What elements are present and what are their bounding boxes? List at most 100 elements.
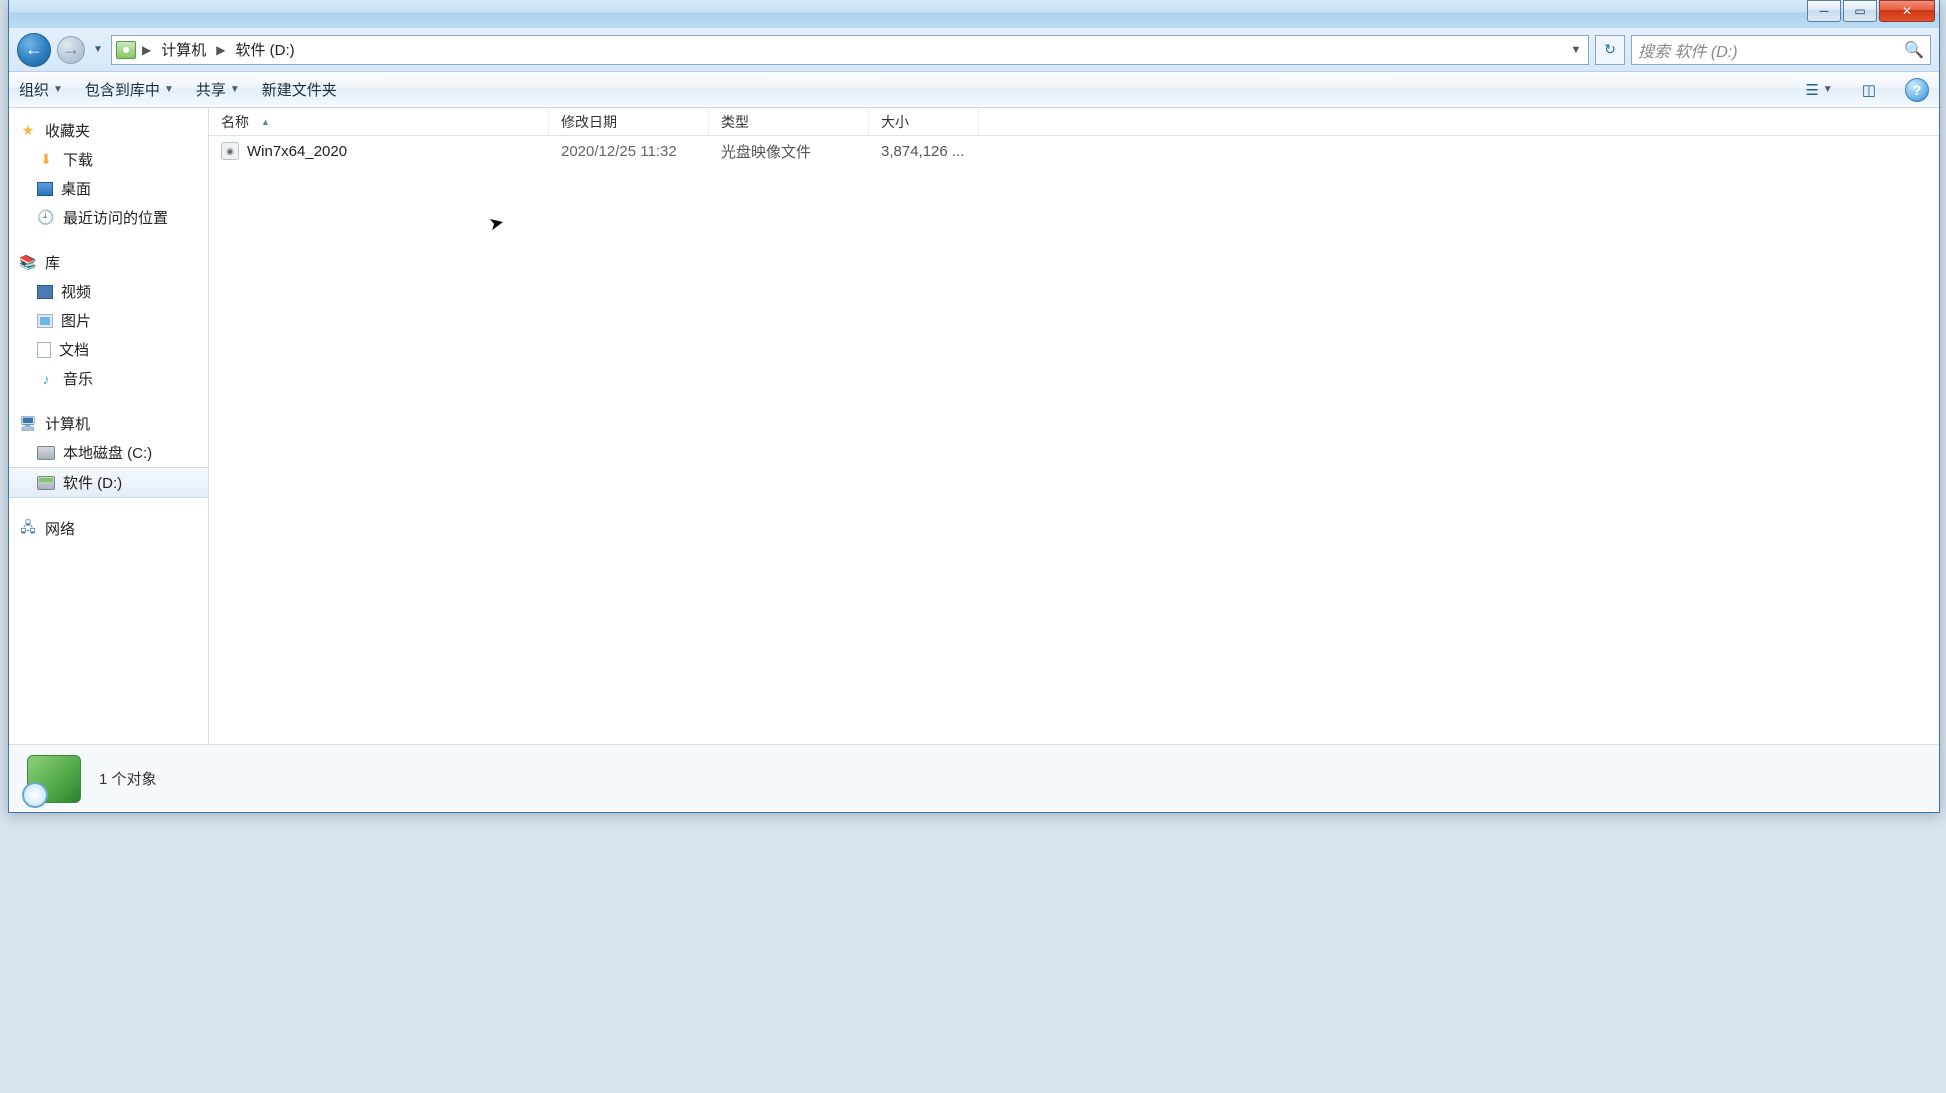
sidebar-libraries[interactable]: 📚 库 bbox=[9, 248, 208, 277]
video-icon bbox=[37, 285, 53, 299]
drive-icon bbox=[37, 476, 55, 490]
computer-icon: 🖥 bbox=[19, 416, 37, 432]
preview-pane-button[interactable]: ◫ bbox=[1855, 78, 1883, 102]
sidebar-network-label: 网络 bbox=[45, 518, 75, 539]
help-button[interactable]: ? bbox=[1905, 78, 1929, 102]
chevron-down-icon: ▼ bbox=[164, 84, 174, 95]
close-button[interactable]: ✕ bbox=[1879, 0, 1935, 22]
address-box[interactable]: ▶ 计算机 ▶ 软件 (D:) ▼ bbox=[111, 35, 1589, 65]
explorer-window: ─ ▭ ✕ ← → ▼ ▶ 计算机 ▶ 软件 (D:) ▼ ↻ 搜索 软件 (D… bbox=[8, 0, 1940, 813]
sidebar-favorites-label: 收藏夹 bbox=[45, 120, 90, 141]
library-icon: 📚 bbox=[19, 255, 37, 271]
sidebar-item-pictures[interactable]: 图片 bbox=[9, 306, 208, 335]
sidebar-item-documents[interactable]: 文档 bbox=[9, 335, 208, 364]
back-button[interactable]: ← bbox=[17, 33, 51, 67]
music-icon: ♪ bbox=[37, 371, 55, 387]
sidebar-computer[interactable]: 🖥 计算机 bbox=[9, 409, 208, 438]
desktop-icon bbox=[37, 182, 53, 196]
status-bar: 1 个对象 bbox=[9, 744, 1939, 812]
file-list: 名称 ▲ 修改日期 类型 大小 ◉ Win7x64_2020 2020/ bbox=[209, 108, 1939, 744]
sidebar-item-recent[interactable]: 🕘 最近访问的位置 bbox=[9, 203, 208, 232]
sidebar-network[interactable]: 🖧 网络 bbox=[9, 514, 208, 543]
column-date-label: 修改日期 bbox=[561, 112, 617, 132]
star-icon: ★ bbox=[19, 123, 37, 139]
network-icon: 🖧 bbox=[19, 521, 37, 537]
column-size[interactable]: 大小 bbox=[869, 108, 979, 135]
search-input[interactable]: 搜索 软件 (D:) 🔍 bbox=[1631, 35, 1931, 65]
window-controls: ─ ▭ ✕ bbox=[1807, 0, 1935, 28]
arrow-left-icon: ← bbox=[25, 39, 43, 60]
sidebar-favorites[interactable]: ★ 收藏夹 bbox=[9, 116, 208, 145]
breadcrumb-computer[interactable]: 计算机 bbox=[157, 37, 210, 62]
sidebar-pictures-label: 图片 bbox=[61, 310, 91, 331]
list-icon: ☰ bbox=[1805, 81, 1818, 99]
drive-large-icon bbox=[27, 755, 81, 803]
sidebar-item-videos[interactable]: 视频 bbox=[9, 277, 208, 306]
chevron-right-icon: ▶ bbox=[142, 43, 151, 57]
navigation-pane: ★ 收藏夹 ⬇ 下载 桌面 🕘 最近访问的位置 📚 bbox=[9, 108, 209, 744]
help-icon: ? bbox=[1913, 82, 1922, 98]
pane-icon: ◫ bbox=[1862, 81, 1876, 99]
column-date[interactable]: 修改日期 bbox=[549, 108, 709, 135]
share-label: 共享 bbox=[196, 79, 226, 100]
refresh-button[interactable]: ↻ bbox=[1595, 35, 1625, 65]
search-icon: 🔍 bbox=[1904, 40, 1924, 60]
sidebar-documents-label: 文档 bbox=[59, 339, 89, 360]
explorer-body: ★ 收藏夹 ⬇ 下载 桌面 🕘 最近访问的位置 📚 bbox=[9, 108, 1939, 744]
recent-icon: 🕘 bbox=[37, 210, 55, 226]
sidebar-item-downloads[interactable]: ⬇ 下载 bbox=[9, 145, 208, 174]
sidebar-recent-label: 最近访问的位置 bbox=[63, 207, 168, 228]
forward-button[interactable]: → bbox=[57, 36, 85, 64]
history-dropdown[interactable]: ▼ bbox=[91, 44, 105, 55]
cursor-icon: ➤ bbox=[487, 212, 506, 236]
sidebar-desktop-label: 桌面 bbox=[61, 178, 91, 199]
organize-label: 组织 bbox=[19, 79, 49, 100]
organize-menu[interactable]: 组织 ▼ bbox=[19, 79, 63, 100]
include-label: 包含到库中 bbox=[85, 79, 160, 100]
sidebar-item-local-c[interactable]: 本地磁盘 (C:) bbox=[9, 438, 208, 467]
sidebar-item-music[interactable]: ♪ 音乐 bbox=[9, 364, 208, 393]
file-name: Win7x64_2020 bbox=[247, 143, 347, 160]
new-folder-button[interactable]: 新建文件夹 bbox=[262, 79, 337, 100]
new-folder-label: 新建文件夹 bbox=[262, 79, 337, 100]
drive-icon bbox=[37, 446, 55, 460]
maximize-button[interactable]: ▭ bbox=[1843, 0, 1877, 22]
chevron-down-icon: ▼ bbox=[230, 84, 240, 95]
include-menu[interactable]: 包含到库中 ▼ bbox=[85, 79, 174, 100]
status-text: 1 个对象 bbox=[99, 768, 157, 789]
titlebar: ─ ▭ ✕ bbox=[9, 0, 1939, 28]
sort-asc-icon: ▲ bbox=[261, 117, 270, 127]
sidebar-music-label: 音乐 bbox=[63, 368, 93, 389]
column-type-label: 类型 bbox=[721, 112, 749, 132]
minimize-button[interactable]: ─ bbox=[1807, 0, 1841, 22]
column-headers: 名称 ▲ 修改日期 类型 大小 bbox=[209, 108, 1939, 136]
sidebar-item-soft-d[interactable]: 软件 (D:) bbox=[9, 467, 208, 498]
sidebar-downloads-label: 下载 bbox=[63, 149, 93, 170]
toolbar: 组织 ▼ 包含到库中 ▼ 共享 ▼ 新建文件夹 ☰ ▼ ◫ ? bbox=[9, 72, 1939, 108]
column-size-label: 大小 bbox=[881, 112, 909, 132]
breadcrumb-current[interactable]: 软件 (D:) bbox=[231, 37, 298, 62]
drive-icon bbox=[116, 41, 136, 59]
sidebar-item-desktop[interactable]: 桌面 bbox=[9, 174, 208, 203]
iso-file-icon: ◉ bbox=[221, 142, 239, 160]
sidebar-libraries-label: 库 bbox=[45, 252, 60, 273]
file-size: 3,874,126 ... bbox=[869, 143, 979, 160]
column-name[interactable]: 名称 ▲ bbox=[209, 108, 549, 135]
search-placeholder: 搜索 软件 (D:) bbox=[1638, 38, 1738, 62]
share-menu[interactable]: 共享 ▼ bbox=[196, 79, 240, 100]
file-date: 2020/12/25 11:32 bbox=[549, 143, 709, 160]
picture-icon bbox=[37, 314, 53, 328]
sidebar-videos-label: 视频 bbox=[61, 281, 91, 302]
refresh-icon: ↻ bbox=[1604, 41, 1616, 58]
sidebar-computer-label: 计算机 bbox=[45, 413, 90, 434]
arrow-right-icon: → bbox=[62, 39, 80, 60]
sidebar-softd-label: 软件 (D:) bbox=[63, 472, 122, 493]
address-dropdown[interactable]: ▼ bbox=[1566, 44, 1586, 56]
chevron-down-icon: ▼ bbox=[1823, 84, 1833, 95]
column-type[interactable]: 类型 bbox=[709, 108, 869, 135]
view-mode-button[interactable]: ☰ ▼ bbox=[1805, 78, 1833, 102]
file-row[interactable]: ◉ Win7x64_2020 2020/12/25 11:32 光盘映像文件 3… bbox=[209, 136, 1939, 166]
document-icon bbox=[37, 342, 51, 358]
chevron-right-icon: ▶ bbox=[216, 43, 225, 57]
download-icon: ⬇ bbox=[37, 152, 55, 168]
